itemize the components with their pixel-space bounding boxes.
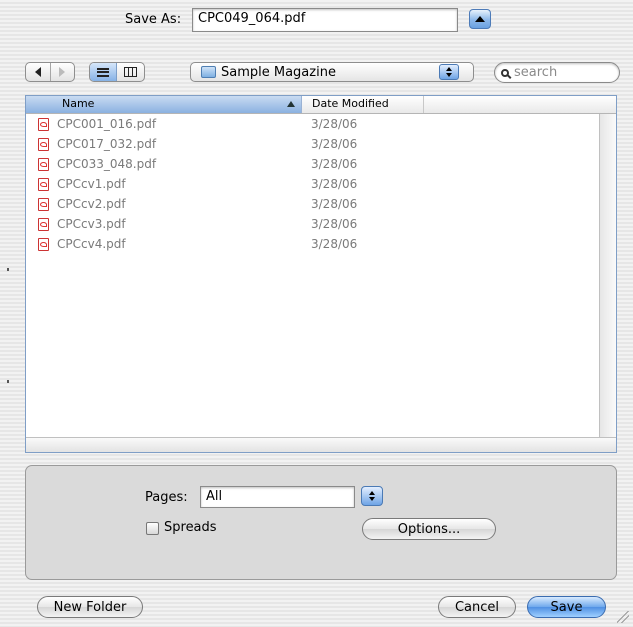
window-edge-mark xyxy=(7,268,9,271)
pdf-options-panel xyxy=(25,465,617,580)
file-date: 3/28/06 xyxy=(311,157,358,171)
pdf-file-icon xyxy=(38,237,49,251)
forward-arrow-icon xyxy=(59,67,66,77)
collapse-dialog-button[interactable] xyxy=(469,9,491,29)
column-view-icon xyxy=(124,67,137,77)
folder-popup-label: Sample Magazine xyxy=(221,64,336,80)
popup-arrows-icon xyxy=(439,64,459,80)
empty-column-header xyxy=(424,96,616,113)
search-placeholder: search xyxy=(514,65,558,80)
list-view-icon xyxy=(97,67,109,77)
file-date: 3/28/06 xyxy=(311,197,358,211)
file-name: CPC001_016.pdf xyxy=(57,117,157,131)
vertical-scrollbar[interactable] xyxy=(599,114,616,452)
file-row[interactable]: CPC001_016.pdf 3/28/06 xyxy=(26,114,599,134)
file-row[interactable]: CPCcv4.pdf 3/28/06 xyxy=(26,234,599,254)
back-button[interactable] xyxy=(26,63,50,81)
search-input[interactable]: search xyxy=(494,62,620,83)
pdf-file-icon xyxy=(38,197,49,211)
name-column-label: Name xyxy=(62,97,95,110)
file-name: CPC017_032.pdf xyxy=(57,137,157,151)
column-view-button[interactable] xyxy=(117,63,144,81)
window-edge-mark xyxy=(7,380,9,383)
file-date: 3/28/06 xyxy=(311,237,358,251)
spreads-label[interactable]: Spreads xyxy=(164,520,217,535)
file-name: CPCcv3.pdf xyxy=(57,217,126,231)
forward-button[interactable] xyxy=(49,63,74,81)
file-row[interactable]: CPCcv3.pdf 3/28/06 xyxy=(26,214,599,234)
pdf-file-icon xyxy=(38,217,49,231)
save-as-label: Save As: xyxy=(125,12,182,27)
date-column-label: Date Modified xyxy=(312,97,389,110)
pdf-file-icon xyxy=(38,177,49,191)
file-row[interactable]: CPCcv1.pdf 3/28/06 xyxy=(26,174,599,194)
search-icon xyxy=(501,68,509,77)
file-name: CPCcv2.pdf xyxy=(57,197,126,211)
file-rows: CPC001_016.pdf 3/28/06 CPC017_032.pdf 3/… xyxy=(26,114,599,254)
new-folder-button[interactable]: New Folder xyxy=(37,596,143,618)
file-row[interactable]: CPC017_032.pdf 3/28/06 xyxy=(26,134,599,154)
file-date: 3/28/06 xyxy=(311,137,358,151)
pages-popup-button[interactable] xyxy=(361,486,383,506)
save-button[interactable]: Save xyxy=(527,596,606,618)
pages-label: Pages: xyxy=(145,490,188,505)
filename-input[interactable]: CPC049_064.pdf xyxy=(192,8,458,32)
folder-icon xyxy=(201,66,216,78)
back-arrow-icon xyxy=(34,67,41,77)
arrow-up-icon xyxy=(369,491,375,495)
file-row[interactable]: CPCcv2.pdf 3/28/06 xyxy=(26,194,599,214)
file-date: 3/28/06 xyxy=(311,177,358,191)
arrow-down-icon xyxy=(369,497,375,501)
file-row[interactable]: CPC033_048.pdf 3/28/06 xyxy=(26,154,599,174)
pdf-file-icon xyxy=(38,137,49,151)
options-button[interactable]: Options... xyxy=(362,518,496,540)
file-name: CPCcv4.pdf xyxy=(57,237,126,251)
file-date: 3/28/06 xyxy=(311,117,358,131)
triangle-up-icon xyxy=(475,16,485,22)
resize-grip-icon[interactable] xyxy=(617,611,629,623)
pages-input[interactable]: All xyxy=(200,486,355,508)
folder-popup[interactable]: Sample Magazine xyxy=(190,62,474,82)
cancel-button[interactable]: Cancel xyxy=(438,596,516,618)
name-column-header[interactable]: Name xyxy=(26,96,302,113)
file-name: CPCcv1.pdf xyxy=(57,177,126,191)
column-header-row: Name Date Modified xyxy=(26,96,616,114)
back-forward-control xyxy=(25,62,75,82)
date-column-header[interactable]: Date Modified xyxy=(302,96,424,113)
pdf-file-icon xyxy=(38,157,49,171)
horizontal-scrollbar[interactable] xyxy=(26,437,616,452)
list-view-button[interactable] xyxy=(90,63,118,81)
file-date: 3/28/06 xyxy=(311,217,358,231)
file-name: CPC033_048.pdf xyxy=(57,157,157,171)
spreads-checkbox[interactable] xyxy=(146,522,159,535)
view-mode-control xyxy=(89,62,145,82)
pdf-file-icon xyxy=(38,117,49,131)
sort-ascending-icon xyxy=(287,101,295,107)
file-browser: Name Date Modified CPC001_016.pdf 3/28/0… xyxy=(25,95,617,453)
